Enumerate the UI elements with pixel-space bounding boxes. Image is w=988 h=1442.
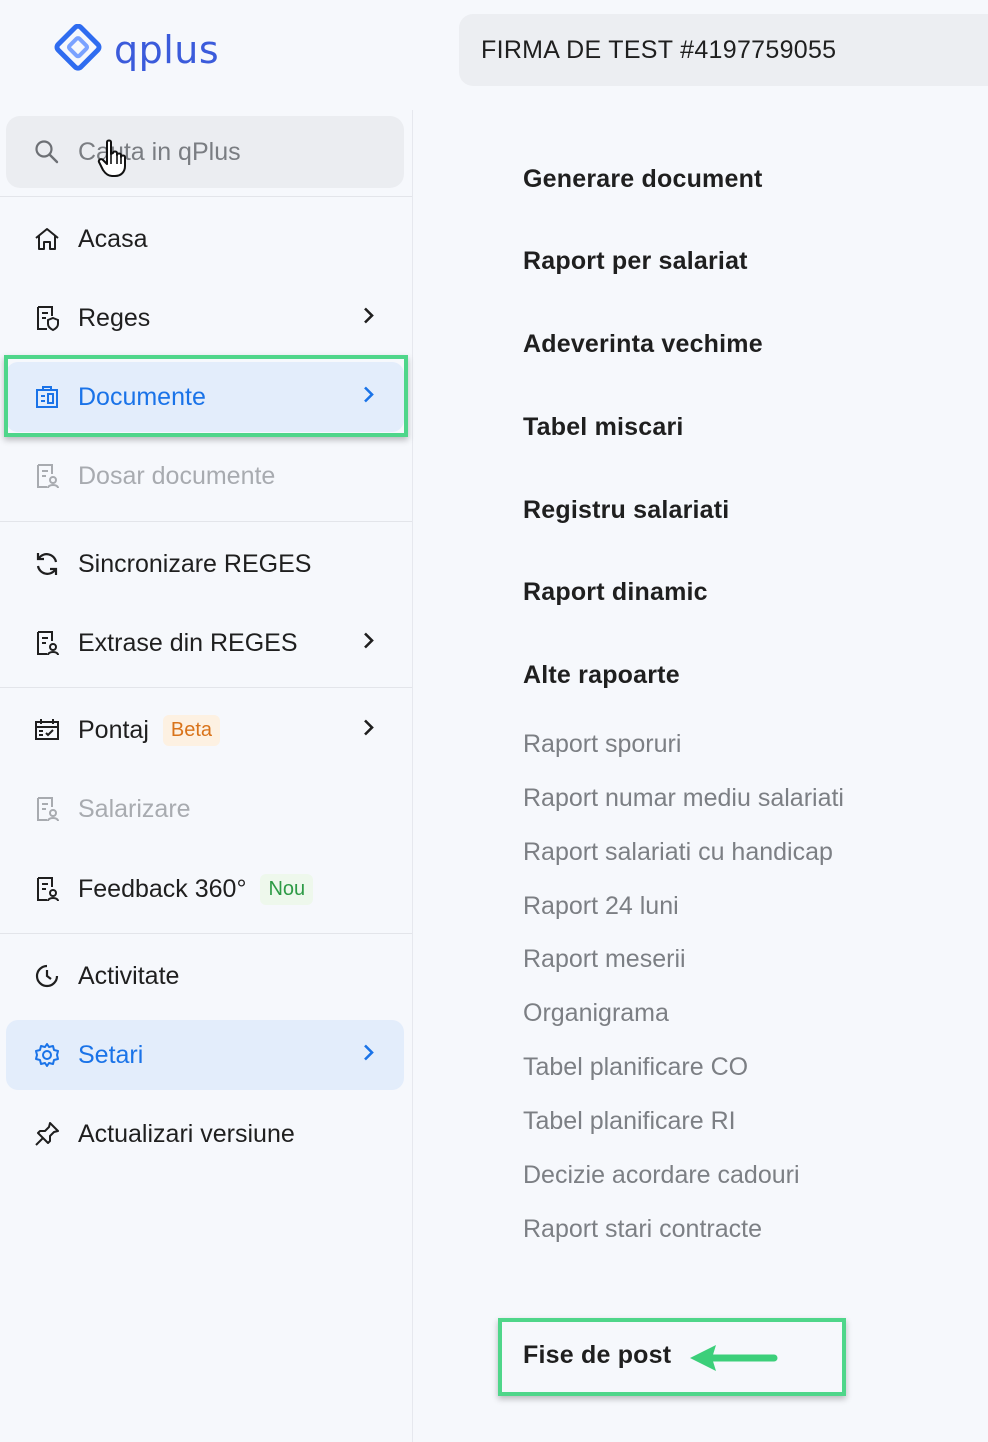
chevron-right-icon <box>362 629 376 658</box>
search-box[interactable]: Cauta in qPlus <box>6 116 404 188</box>
feedback-icon <box>32 874 62 904</box>
sidebar-item-label: Reges <box>78 303 151 332</box>
home-icon <box>32 224 62 254</box>
sidebar-item-label: Actualizari versiune <box>78 1119 295 1148</box>
chevron-right-icon <box>362 1041 376 1070</box>
sidebar-item-feedback-360[interactable]: Feedback 360° Nou <box>6 854 404 924</box>
chevron-right-icon <box>362 304 376 333</box>
menu-raport-numar-mediu-salariati[interactable]: Raport numar mediu salariati <box>523 784 844 813</box>
company-selector[interactable]: FIRMA DE TEST #4197759055 <box>459 14 988 86</box>
app-logo[interactable]: qplus <box>52 24 219 76</box>
sidebar-item-extrase-din-reges[interactable]: Extrase din REGES <box>6 608 404 678</box>
sidebar-divider <box>412 110 413 1442</box>
menu-organigrama[interactable]: Organigrama <box>523 999 669 1028</box>
sidebar-item-salarizare[interactable]: Salarizare <box>6 774 404 844</box>
qplus-logo-icon <box>54 24 102 71</box>
menu-registru-salariati[interactable]: Registru salariati <box>523 496 729 525</box>
separator <box>0 933 412 934</box>
sidebar-item-actualizari-versiune[interactable]: Actualizari versiune <box>6 1099 404 1169</box>
separator <box>0 521 412 522</box>
search-icon <box>35 140 59 164</box>
menu-adeverinta-vechime[interactable]: Adeverinta vechime <box>523 330 763 359</box>
new-badge: Nou <box>260 873 314 905</box>
sidebar-item-label: Sincronizare REGES <box>78 549 312 578</box>
sidebar-item-reges[interactable]: Reges <box>6 283 404 353</box>
document-shield-icon <box>32 303 62 333</box>
sidebar-item-dosar-documente[interactable]: Dosar documente <box>6 441 404 511</box>
sync-icon <box>32 549 62 579</box>
pin-icon <box>32 1119 62 1149</box>
sidebar-item-label: Dosar documente <box>78 461 276 490</box>
highlight-fise-de-post <box>498 1318 846 1396</box>
payroll-icon <box>32 794 62 824</box>
menu-raport-24-luni[interactable]: Raport 24 luni <box>523 892 679 921</box>
menu-alte-rapoarte: Alte rapoarte <box>523 661 680 689</box>
sidebar-item-label: Extrase din REGES <box>78 628 298 657</box>
logo-text: qplus <box>114 28 220 72</box>
separator <box>0 196 412 197</box>
document-person-icon <box>32 628 62 658</box>
arrow-left-icon <box>690 1345 778 1371</box>
history-icon <box>32 961 62 991</box>
sidebar-item-setari[interactable]: Setari <box>6 1020 404 1090</box>
menu-tabel-miscari[interactable]: Tabel miscari <box>523 413 684 442</box>
menu-raport-dinamic[interactable]: Raport dinamic <box>523 578 708 607</box>
sidebar-item-label: Salarizare <box>78 794 191 823</box>
folder-document-icon <box>32 461 62 491</box>
separator <box>0 687 412 688</box>
menu-raport-sporuri[interactable]: Raport sporuri <box>523 730 681 759</box>
sidebar-item-label: Feedback 360° <box>78 874 247 903</box>
sidebar-item-label: Activitate <box>78 961 180 990</box>
beta-badge: Beta <box>162 714 221 746</box>
menu-decizie-acordare-cadouri[interactable]: Decizie acordare cadouri <box>523 1161 800 1190</box>
sidebar: Cauta in qPlus Acasa Reges Documente Dos… <box>0 110 412 1442</box>
menu-raport-stari-contracte[interactable]: Raport stari contracte <box>523 1215 762 1244</box>
chevron-right-icon <box>362 716 376 745</box>
gear-icon <box>32 1040 62 1070</box>
menu-raport-salariati-cu-handicap[interactable]: Raport salariati cu handicap <box>523 838 833 867</box>
menu-tabel-planificare-ri[interactable]: Tabel planificare RI <box>523 1107 736 1136</box>
sidebar-item-label: Setari <box>78 1040 144 1069</box>
hand-cursor-icon <box>97 139 126 177</box>
sidebar-item-sincronizare-reges[interactable]: Sincronizare REGES <box>6 529 404 599</box>
sidebar-item-acasa[interactable]: Acasa <box>6 204 404 274</box>
menu-raport-per-salariat[interactable]: Raport per salariat <box>523 247 748 276</box>
sidebar-item-label: Pontaj <box>78 715 149 744</box>
menu-tabel-planificare-co[interactable]: Tabel planificare CO <box>523 1053 748 1082</box>
menu-generare-document[interactable]: Generare document <box>523 165 763 194</box>
sidebar-item-pontaj[interactable]: Pontaj Beta <box>6 695 404 765</box>
sidebar-item-activitate[interactable]: Activitate <box>6 941 404 1011</box>
top-bar: qplus FIRMA DE TEST #4197759055 <box>0 0 988 110</box>
calendar-check-icon <box>32 715 62 745</box>
sidebar-item-label: Acasa <box>78 224 148 253</box>
highlight-documente <box>4 355 408 437</box>
menu-raport-meserii[interactable]: Raport meserii <box>523 945 686 974</box>
